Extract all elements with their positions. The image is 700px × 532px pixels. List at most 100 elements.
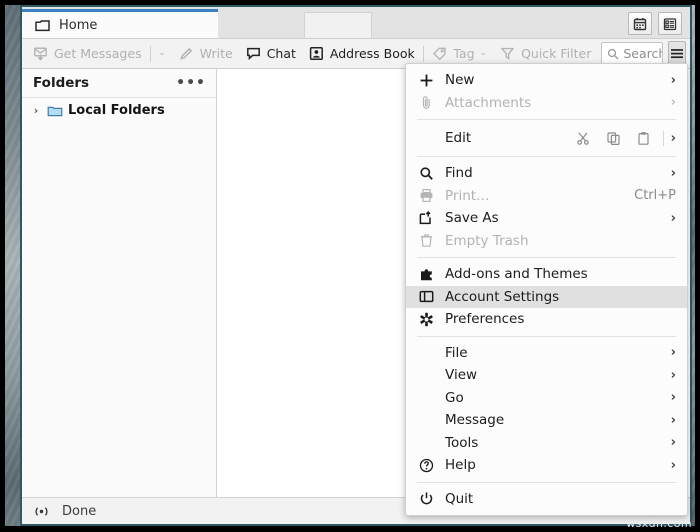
power-icon xyxy=(418,490,435,507)
chevron-right-icon: › xyxy=(670,345,676,361)
chat-button[interactable]: Chat xyxy=(239,42,302,65)
menu-item-shortcut: Ctrl+P xyxy=(634,188,676,204)
tag-button[interactable]: Tag ⌄ xyxy=(425,42,493,65)
calendar-icon xyxy=(633,17,647,31)
menu-item-print[interactable]: Print… Ctrl+P xyxy=(406,185,687,208)
menu-item-file[interactable]: File › xyxy=(406,342,687,365)
menu-item-new[interactable]: New › xyxy=(406,69,687,92)
chevron-right-icon: › xyxy=(670,412,676,428)
tab-home[interactable]: Home xyxy=(22,9,218,38)
tag-label: Tag xyxy=(453,46,475,61)
menu-item-quit[interactable]: Quit xyxy=(406,488,687,511)
copy-icon xyxy=(606,131,621,146)
status-message: Done xyxy=(62,503,97,519)
menu-item-message[interactable]: Message › xyxy=(406,409,687,432)
plus-icon xyxy=(418,72,435,89)
trash-icon xyxy=(418,232,435,249)
chevron-right-icon: › xyxy=(670,95,676,111)
menu-item-help[interactable]: Help › xyxy=(406,454,687,477)
tag-icon xyxy=(431,45,448,62)
menu-item-edit: Edit › xyxy=(406,125,687,151)
folder-pane-title: Folders xyxy=(33,75,90,91)
write-label: Write xyxy=(199,46,233,61)
tasks-button[interactable] xyxy=(658,12,682,35)
tab-placeholder[interactable] xyxy=(304,12,372,38)
quick-filter-label: Quick Filter xyxy=(521,46,592,61)
chevron-right-icon: › xyxy=(670,435,676,451)
window-frame-right xyxy=(695,0,700,532)
search-input[interactable]: Search <Ctrl+K> xyxy=(601,42,663,65)
clipboard-icon xyxy=(636,131,651,146)
tab-bar: Home xyxy=(22,7,690,39)
chevron-right-icon: › xyxy=(670,165,676,181)
address-book-icon xyxy=(308,45,325,62)
get-messages-button[interactable]: Get Messages xyxy=(26,42,148,65)
search-icon xyxy=(418,165,435,182)
chevron-right-icon[interactable]: › xyxy=(31,104,41,117)
menu-item-account-settings[interactable]: Account Settings xyxy=(406,285,687,308)
hamburger-icon xyxy=(669,47,685,60)
get-messages-label: Get Messages xyxy=(54,46,142,61)
copy-button[interactable] xyxy=(599,127,629,149)
window-frame-left xyxy=(0,0,5,532)
chevron-right-icon: › xyxy=(670,367,676,383)
chevron-right-icon: › xyxy=(670,72,676,88)
chevron-down-icon: ⌄ xyxy=(479,48,488,58)
menu-item-tools[interactable]: Tools › xyxy=(406,432,687,455)
scissors-icon xyxy=(576,131,591,146)
paste-button[interactable] xyxy=(629,127,659,149)
menu-item-label: Print… xyxy=(445,187,490,204)
get-messages-dropdown[interactable]: ⌄ xyxy=(152,42,172,65)
save-as-icon xyxy=(418,210,435,227)
menu-item-view[interactable]: View › xyxy=(406,364,687,387)
menu-item-label: Tools xyxy=(445,434,479,451)
menu-item-label: Message xyxy=(445,412,505,429)
menu-separator xyxy=(417,481,676,483)
toolbar-divider-1 xyxy=(149,45,151,62)
menu-item-attachments[interactable]: Attachments › xyxy=(406,92,687,115)
gear-icon xyxy=(418,311,435,328)
menu-item-label: Save As xyxy=(445,210,499,227)
menu-item-label: Preferences xyxy=(445,311,525,328)
tab-bar-buttons xyxy=(628,12,690,38)
window-frame-bottom xyxy=(0,526,700,532)
cut-button[interactable] xyxy=(569,127,599,149)
folder-tree-item-local-folders[interactable]: › Local Folders xyxy=(22,98,216,123)
funnel-icon xyxy=(499,45,516,62)
puzzle-icon xyxy=(418,266,435,283)
account-panel-icon xyxy=(418,288,435,305)
folder-pane-header: Folders ••• xyxy=(22,69,216,98)
watermark: wsxdn.com xyxy=(626,517,692,530)
menu-item-save-as[interactable]: Save As › xyxy=(406,207,687,230)
menu-item-label: Account Settings xyxy=(445,288,560,305)
menu-item-go[interactable]: Go › xyxy=(406,387,687,410)
chevron-right-icon: › xyxy=(670,130,676,146)
menu-separator xyxy=(417,119,676,120)
folder-tree-item-label: Local Folders xyxy=(68,103,165,118)
activity-icon[interactable] xyxy=(33,503,50,520)
chat-bubble-icon xyxy=(245,45,262,62)
chevron-right-icon: › xyxy=(670,210,676,226)
menu-separator xyxy=(417,156,676,157)
search-icon xyxy=(607,48,619,60)
address-book-button[interactable]: Address Book xyxy=(302,42,421,65)
menu-item-addons-and-themes[interactable]: Add-ons and Themes xyxy=(406,263,687,286)
menu-item-label: Go xyxy=(445,389,464,406)
question-circle-icon xyxy=(418,457,435,474)
folder-pane-more-button[interactable]: ••• xyxy=(176,76,206,90)
menu-item-label: Empty Trash xyxy=(445,232,529,249)
menu-separator xyxy=(417,257,676,258)
menu-item-find[interactable]: Find › xyxy=(406,162,687,185)
menu-item-label: Edit xyxy=(445,130,472,146)
calendar-button[interactable] xyxy=(628,12,652,35)
menu-item-preferences[interactable]: Preferences xyxy=(406,308,687,331)
menu-item-label: Add-ons and Themes xyxy=(445,266,588,283)
write-button[interactable]: Write xyxy=(172,42,239,65)
printer-icon xyxy=(418,187,435,204)
quick-filter-button[interactable]: Quick Filter xyxy=(493,42,597,65)
menu-item-label: Attachments xyxy=(445,94,532,111)
menu-item-empty-trash[interactable]: Empty Trash xyxy=(406,230,687,253)
menu-item-label: Help xyxy=(445,457,476,474)
tasks-icon xyxy=(663,17,677,31)
menu-item-label: Find xyxy=(445,165,473,182)
